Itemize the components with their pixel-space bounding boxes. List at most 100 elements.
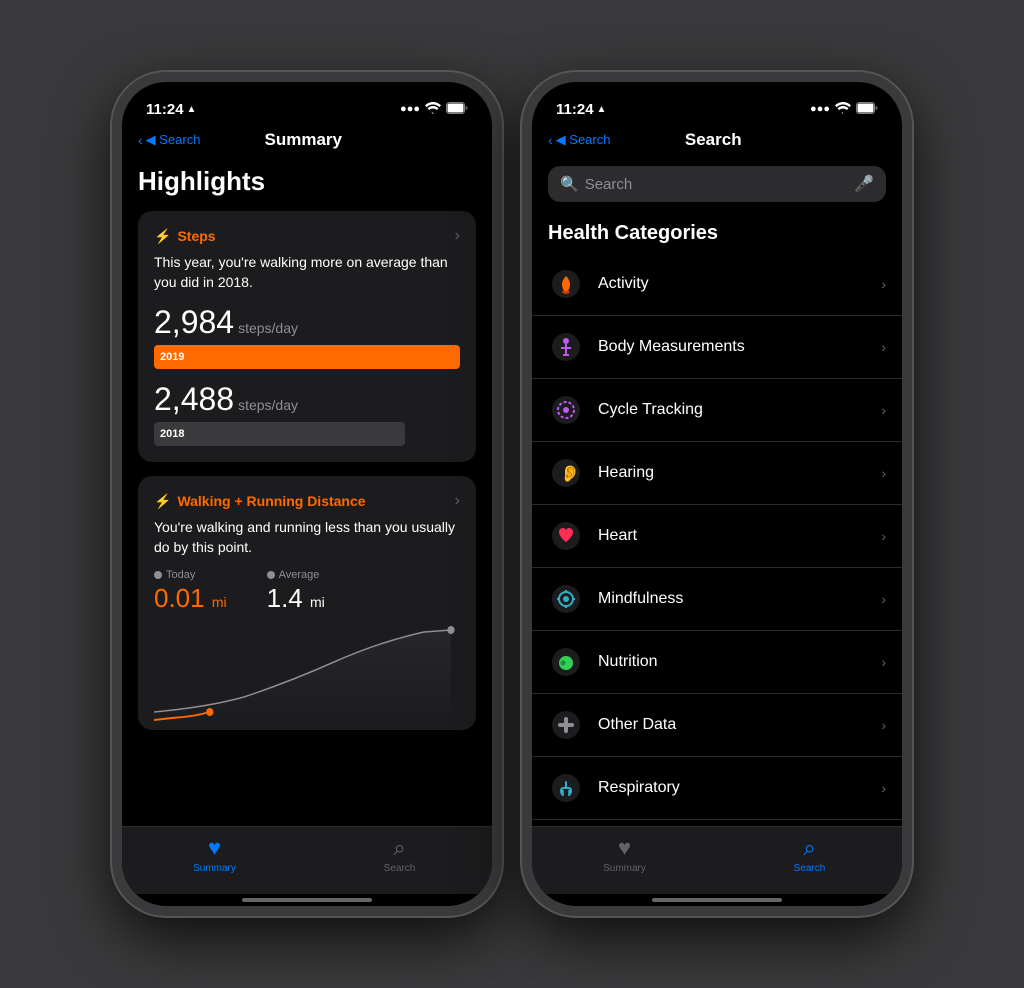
category-item-other-data[interactable]: Other Data› xyxy=(532,694,902,757)
avg-value: 1.4 mi xyxy=(267,583,325,613)
search-bar-container: 🔍 Search 🎤 xyxy=(532,158,902,210)
categories-list: Activity›Body Measurements›Cycle Trackin… xyxy=(532,253,902,826)
location-arrow-right: ▲ xyxy=(597,104,607,115)
bar-2019: 2019 xyxy=(154,345,460,369)
home-indicator-right xyxy=(652,898,782,902)
tab-bar-left: ♥ Summary ⌕ Search xyxy=(122,826,492,894)
today-value: 0.01 mi xyxy=(154,583,227,613)
category-icon-hearing: 👂 xyxy=(548,455,584,491)
category-name-mindfulness: Mindfulness xyxy=(598,590,881,608)
bar-2018: 2018 xyxy=(154,422,405,446)
avg-unit: mi xyxy=(310,594,325,610)
category-name-heart: Heart xyxy=(598,527,881,545)
walking-flash-icon: ⚡ xyxy=(154,493,171,510)
nav-title-right: Search xyxy=(610,130,816,150)
tab-search-left[interactable]: ⌕ Search xyxy=(307,835,492,874)
battery-icon-right xyxy=(856,102,878,117)
nav-bar-left: ‹ ◀ Search Summary xyxy=(122,126,492,158)
distance-chart xyxy=(154,622,460,722)
summary-heart-icon-right: ♥ xyxy=(618,835,631,861)
steps-unit-1: steps/day xyxy=(238,320,298,336)
category-item-hearing[interactable]: 👂Hearing› xyxy=(532,442,902,505)
signal-icon-left: ●●● xyxy=(400,103,420,115)
category-item-body-measurements[interactable]: Body Measurements› xyxy=(532,316,902,379)
search-tab-label-right: Search xyxy=(794,863,826,874)
steps-number-1: 2,984 xyxy=(154,304,234,341)
category-item-mindfulness[interactable]: Mindfulness› xyxy=(532,568,902,631)
right-phone: 11:24 ▲ ●●● ‹ ◀ Search xyxy=(522,72,912,916)
search-input[interactable]: Search xyxy=(585,176,848,193)
chart-svg xyxy=(154,622,460,722)
category-chevron-respiratory: › xyxy=(881,780,886,796)
battery-icon-left xyxy=(446,102,468,117)
status-icons-right: ●●● xyxy=(810,102,878,117)
today-unit: mi xyxy=(212,594,227,610)
distance-stats: Today 0.01 mi xyxy=(154,569,460,614)
category-chevron-nutrition: › xyxy=(881,654,886,670)
category-chevron-heart: › xyxy=(881,528,886,544)
nav-bar-right: ‹ ◀ Search Search xyxy=(532,126,902,158)
today-stat: Today 0.01 mi xyxy=(154,569,227,614)
category-icon-nutrition xyxy=(548,644,584,680)
tab-search-right[interactable]: ⌕ Search xyxy=(717,835,902,874)
phones-container: 11:24 ▲ ●●● ‹ ◀ Search xyxy=(92,52,932,936)
category-icon-heart xyxy=(548,518,584,554)
status-icons-left: ●●● xyxy=(400,102,468,117)
time-right: 11:24 ▲ xyxy=(556,101,606,118)
highlights-title: Highlights xyxy=(138,158,476,197)
steps-chevron: › xyxy=(455,227,460,245)
tab-summary-right[interactable]: ♥ Summary xyxy=(532,835,717,874)
summary-screen: Highlights ⚡ Steps › This year, you're w… xyxy=(122,158,492,906)
steps-card-header: ⚡ Steps › xyxy=(154,227,460,245)
category-item-respiratory[interactable]: Respiratory› xyxy=(532,757,902,820)
category-icon-cycle-tracking xyxy=(548,392,584,428)
steps-card[interactable]: ⚡ Steps › This year, you're walking more… xyxy=(138,211,476,462)
search-bar-icon: 🔍 xyxy=(560,175,579,193)
back-button-left[interactable]: ‹ ◀ Search xyxy=(138,132,200,148)
category-item-nutrition[interactable]: Nutrition› xyxy=(532,631,902,694)
health-categories-title: Health Categories xyxy=(532,210,902,253)
category-chevron-cycle-tracking: › xyxy=(881,402,886,418)
category-chevron-other-data: › xyxy=(881,717,886,733)
summary-scroll: Highlights ⚡ Steps › This year, you're w… xyxy=(122,158,492,826)
category-item-activity[interactable]: Activity› xyxy=(532,253,902,316)
back-button-right[interactable]: ‹ ◀ Search xyxy=(548,132,610,148)
search-tab-icon-left: ⌕ xyxy=(393,835,405,861)
category-name-body-measurements: Body Measurements xyxy=(598,338,881,356)
bar-2018-label: 2018 xyxy=(160,428,184,440)
steps-unit-2: steps/day xyxy=(238,397,298,413)
tab-summary-left[interactable]: ♥ Summary xyxy=(122,835,307,874)
mic-icon[interactable]: 🎤 xyxy=(854,174,874,194)
summary-tab-label: Summary xyxy=(193,863,236,874)
steps-stat2: 2,488 steps/day xyxy=(154,381,460,418)
left-phone: 11:24 ▲ ●●● ‹ ◀ Search xyxy=(112,72,502,916)
location-arrow-left: ▲ xyxy=(187,104,197,115)
avg-dot xyxy=(267,571,275,579)
walking-card-title: ⚡ Walking + Running Distance xyxy=(154,493,366,510)
steps-stat1: 2,984 steps/day xyxy=(154,304,460,341)
search-bar[interactable]: 🔍 Search 🎤 xyxy=(548,166,886,202)
category-name-nutrition: Nutrition xyxy=(598,653,881,671)
wifi-icon-left xyxy=(425,102,441,117)
category-chevron-activity: › xyxy=(881,276,886,292)
today-label: Today xyxy=(154,569,227,581)
steps-number-2: 2,488 xyxy=(154,381,234,418)
avg-stat: Average 1.4 mi xyxy=(267,569,325,614)
category-icon-activity xyxy=(548,266,584,302)
category-icon-other-data xyxy=(548,707,584,743)
category-name-hearing: Hearing xyxy=(598,464,881,482)
walking-chevron: › xyxy=(455,492,460,510)
category-item-heart[interactable]: Heart› xyxy=(532,505,902,568)
walking-card[interactable]: ⚡ Walking + Running Distance › You're wa… xyxy=(138,476,476,730)
search-tab-icon-right: ⌕ xyxy=(803,835,815,861)
search-screen: 🔍 Search 🎤 Health Categories Activity›Bo… xyxy=(532,158,902,906)
today-dot xyxy=(154,571,162,579)
category-item-cycle-tracking[interactable]: Cycle Tracking› xyxy=(532,379,902,442)
tab-bar-right: ♥ Summary ⌕ Search xyxy=(532,826,902,894)
steps-flash-icon: ⚡ xyxy=(154,228,171,245)
category-icon-respiratory xyxy=(548,770,584,806)
steps-card-title: ⚡ Steps xyxy=(154,228,216,245)
nav-title-left: Summary xyxy=(200,130,406,150)
bar-2019-label: 2019 xyxy=(160,351,184,363)
notch-right xyxy=(637,82,797,112)
